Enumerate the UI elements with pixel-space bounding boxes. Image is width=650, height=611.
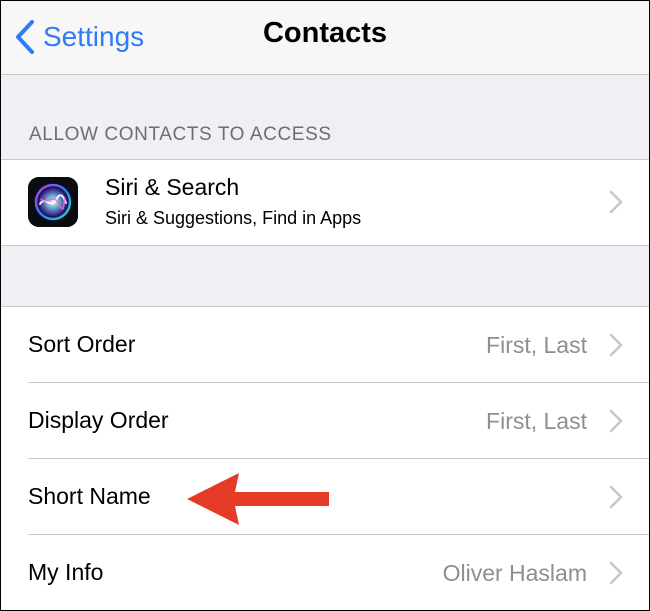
chevron-right-icon bbox=[609, 485, 623, 509]
section-header-allow-access: ALLOW CONTACTS TO ACCESS bbox=[29, 124, 332, 145]
contacts-settings-group: Sort Order First, Last Display Order Fir… bbox=[1, 306, 649, 610]
row-value: Oliver Haslam bbox=[442, 560, 587, 586]
chevron-right-icon bbox=[609, 561, 623, 585]
row-value: First, Last bbox=[486, 332, 587, 358]
page-title: Contacts bbox=[262, 17, 388, 49]
siri-search-row[interactable]: Siri & Search Siri & Suggestions, Find i… bbox=[1, 160, 649, 245]
row-label: My Info bbox=[28, 559, 104, 585]
row-label: Sort Order bbox=[28, 331, 136, 357]
my-info-row[interactable]: My Info Oliver Haslam bbox=[1, 535, 649, 610]
sort-order-row[interactable]: Sort Order First, Last bbox=[1, 307, 649, 383]
row-label: Display Order bbox=[28, 407, 169, 433]
display-order-row[interactable]: Display Order First, Last bbox=[1, 383, 649, 459]
siri-icon bbox=[28, 177, 78, 227]
red-arrow-annotation-icon bbox=[187, 473, 329, 525]
chevron-right-icon bbox=[609, 409, 623, 433]
allow-access-group: Siri & Search Siri & Suggestions, Find i… bbox=[1, 159, 649, 246]
chevron-right-icon bbox=[609, 333, 623, 357]
row-label: Short Name bbox=[28, 483, 151, 509]
row-value: First, Last bbox=[486, 408, 587, 434]
navigation-bar: Settings Contacts bbox=[1, 1, 649, 75]
settings-screen: Settings Contacts ALLOW CONTACTS TO ACCE… bbox=[0, 0, 650, 611]
siri-search-subtitle: Siri & Suggestions, Find in Apps bbox=[105, 208, 362, 228]
siri-search-title: Siri & Search bbox=[105, 174, 240, 200]
chevron-right-icon bbox=[609, 190, 623, 214]
